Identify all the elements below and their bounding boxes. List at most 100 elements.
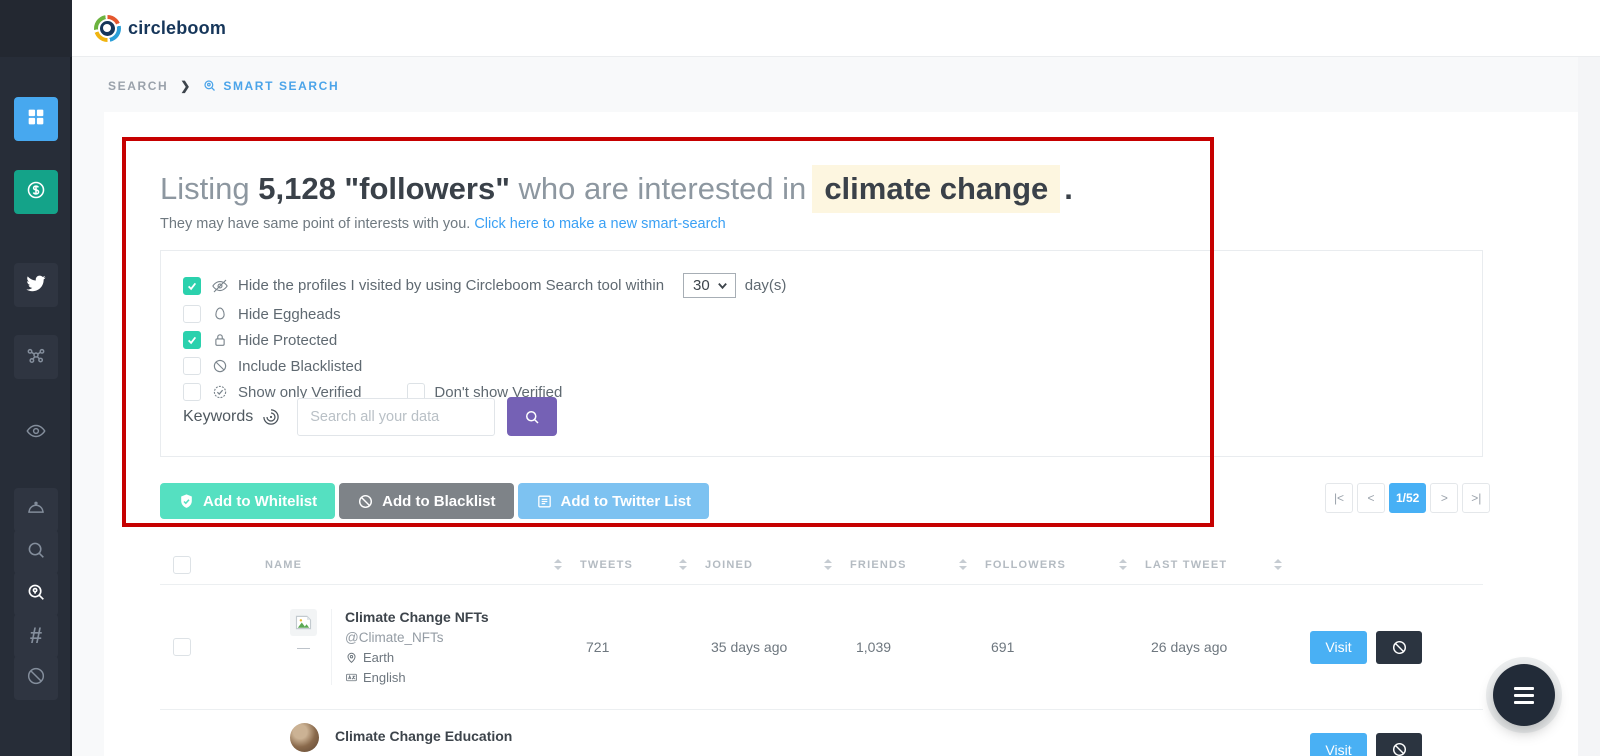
add-to-blacklist-button[interactable]: Add to Blacklist: [339, 483, 514, 519]
filter-label-protected: Hide Protected: [238, 331, 338, 349]
filter-row-protected: Hide Protected: [183, 329, 1482, 351]
hamburger-icon: [1514, 686, 1534, 690]
circleboom-logo-icon: [94, 14, 121, 42]
filter-panel: Hide the profiles I visited by using Cir…: [160, 250, 1483, 457]
checkbox-include-blacklisted[interactable]: [183, 357, 201, 375]
sidebar-header: [0, 0, 72, 57]
keywords-row: Keywords: [183, 397, 558, 436]
filter-row-blacklisted: Include Blacklisted: [183, 355, 1482, 377]
sort-icon[interactable]: [1119, 559, 1127, 570]
sidebar-item-visited-profiles[interactable]: [14, 411, 58, 455]
eye-icon: [25, 420, 47, 447]
col-header-tweets: TWEETS: [580, 558, 634, 571]
breadcrumb-current[interactable]: SMART SEARCH: [202, 78, 339, 93]
cell-followers: 691: [991, 639, 1015, 655]
filter-days-suffix: day(s): [744, 277, 787, 294]
sidebar-item-dashboard[interactable]: [14, 97, 58, 141]
bulk-actions: Add to Whitelist Add to Blacklist Add to…: [160, 483, 710, 519]
smart-search-icon: [204, 80, 216, 91]
ban-icon: [359, 494, 373, 508]
sidebar-item-blacklist[interactable]: [14, 656, 58, 700]
topbar: circleboom: [72, 0, 1600, 57]
keywords-search-input[interactable]: [297, 397, 496, 436]
avatar[interactable]: [290, 723, 319, 752]
sidebar-item-concierge[interactable]: [14, 488, 58, 532]
select-all-checkbox[interactable]: [173, 555, 191, 574]
visit-button[interactable]: Visit: [1310, 733, 1367, 756]
cell-joined: 35 days ago: [711, 639, 788, 655]
subtitle-text: They may have same point of interests wi…: [160, 216, 475, 232]
egg-icon: [210, 305, 229, 323]
sidebar-item-connections[interactable]: [14, 335, 58, 379]
right-gutter: [1578, 57, 1600, 756]
account-language-label: English: [363, 670, 406, 685]
account-language: English: [345, 670, 489, 685]
sort-icon[interactable]: [1274, 559, 1282, 570]
floating-menu-button[interactable]: [1493, 664, 1555, 726]
cell-friends: 1,039: [856, 639, 892, 655]
avatar-caption: —: [297, 640, 310, 655]
smart-search-icon: [25, 581, 47, 608]
account-handle[interactable]: @Climate_NFTs: [345, 630, 489, 645]
checkbox-hide-eggheads[interactable]: [183, 305, 201, 323]
col-header-joined: JOINED: [705, 558, 754, 571]
sidebar-item-smart-search[interactable]: [14, 572, 58, 616]
avatar[interactable]: [290, 609, 317, 636]
checkbox-hide-visited[interactable]: [183, 276, 201, 295]
block-button[interactable]: [1376, 733, 1422, 756]
search-icon: [25, 539, 47, 566]
filter-row-visited: Hide the profiles I visited by using Cir…: [183, 272, 1482, 299]
location-pin-icon: [347, 652, 356, 664]
cell-tweets: 721: [586, 639, 610, 655]
add-to-blacklist-label: Add to Blacklist: [382, 492, 496, 510]
table-row: Climate Change Education Visit: [160, 710, 1483, 756]
pagination-prev-button[interactable]: <: [1357, 483, 1385, 513]
add-to-twitter-list-button[interactable]: Add to Twitter List: [517, 483, 710, 519]
check-icon: [187, 282, 197, 290]
dollar-badge-icon: [25, 179, 47, 206]
fingerprint-icon: [261, 407, 281, 427]
new-smart-search-link[interactable]: Click here to make a new smart-search: [474, 216, 725, 232]
sidebar-item-twitter[interactable]: [14, 263, 58, 307]
brand-name: circleboom: [128, 17, 227, 38]
ban-icon: [1392, 640, 1406, 654]
sort-icon[interactable]: [554, 559, 562, 570]
pagination: |< < 1/52 > >|: [1325, 483, 1491, 513]
checkbox-hide-protected[interactable]: [183, 331, 201, 349]
row-checkbox[interactable]: [173, 638, 191, 656]
pagination-current[interactable]: 1/52: [1389, 483, 1427, 513]
days-select[interactable]: 30: [683, 273, 736, 298]
breadcrumb-section[interactable]: SEARCH: [108, 79, 168, 93]
account-name[interactable]: Climate Change Education: [335, 728, 512, 744]
breadcrumb-current-label: SMART SEARCH: [223, 78, 340, 93]
brand-logo[interactable]: circleboom: [94, 14, 227, 42]
dashboard-grid-icon: [25, 106, 47, 133]
cloche-bell-icon: [25, 497, 47, 524]
sort-icon[interactable]: [679, 559, 687, 570]
ban-icon: [25, 665, 47, 692]
pagination-next-button[interactable]: >: [1430, 483, 1459, 513]
list-icon: [537, 495, 551, 507]
sidebar-item-pricing[interactable]: [14, 170, 58, 214]
filter-label-visited: Hide the profiles I visited by using Cir…: [238, 277, 665, 294]
table-header-row: NAME TWEETS JOINED FRIENDS FOLLOWERS LAS…: [160, 545, 1483, 585]
sidebar-item-search[interactable]: [14, 530, 58, 574]
table-row: — Climate Change NFTs @Climate_NFTs Eart…: [160, 585, 1483, 710]
pagination-first-button[interactable]: |<: [1325, 483, 1353, 513]
title-prefix: Listing: [160, 171, 259, 206]
ban-icon: [210, 357, 229, 375]
add-to-whitelist-button[interactable]: Add to Whitelist: [160, 483, 336, 519]
keywords-search-button[interactable]: [507, 397, 558, 436]
keywords-label: Keywords: [183, 407, 254, 425]
sidebar-item-hashtag[interactable]: [14, 614, 58, 658]
title-count: 5,128 "followers": [258, 171, 510, 206]
visit-button[interactable]: Visit: [1310, 630, 1367, 664]
sort-icon[interactable]: [824, 559, 832, 570]
twitter-icon: [25, 272, 47, 299]
block-button[interactable]: [1376, 630, 1422, 664]
account-name[interactable]: Climate Change NFTs: [345, 609, 489, 625]
pagination-last-button[interactable]: >|: [1462, 483, 1491, 513]
add-to-twitter-list-label: Add to Twitter List: [560, 492, 692, 510]
sort-icon[interactable]: [959, 559, 967, 570]
page-title: Listing 5,128 "followers" who are intere…: [160, 165, 1073, 213]
